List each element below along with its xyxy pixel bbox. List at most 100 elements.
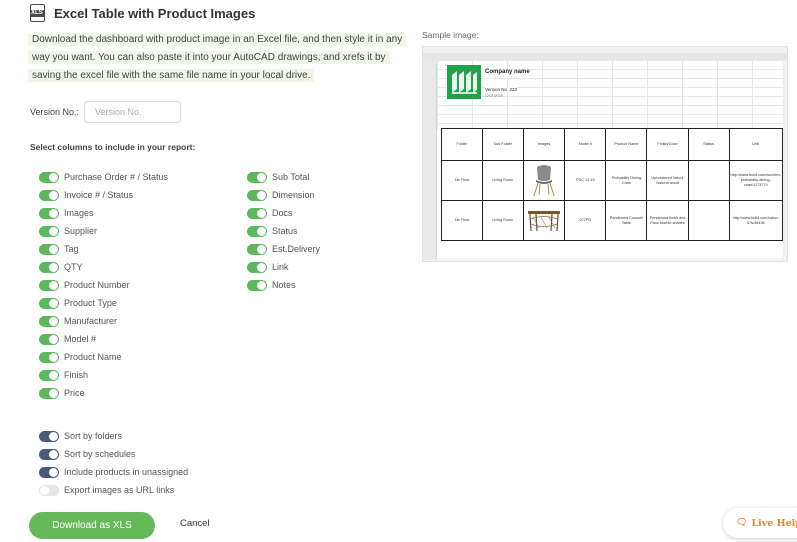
live-help-button[interactable]: 🗨 Live Help [723, 508, 797, 538]
toggle-label: Sort by folders [64, 431, 123, 441]
sample-image: Company name Version No. 223 12/21/2018 … [422, 46, 788, 262]
toggle-switch[interactable] [247, 171, 267, 183]
sample-image-cell [522, 200, 566, 241]
sample-image-label: Sample image: [422, 30, 479, 40]
chair-image [533, 164, 555, 196]
version-input[interactable] [84, 101, 181, 123]
toggle-row: Manufacturer [39, 312, 168, 330]
sample-cell: Living Room [481, 200, 524, 241]
toggle-switch[interactable] [39, 448, 59, 460]
toggle-row: Notes [247, 276, 320, 294]
toggle-switch[interactable] [39, 351, 59, 363]
toggle-label: Purchase Order # / Status [64, 172, 169, 182]
toggle-switch[interactable] [39, 297, 59, 309]
toggle-switch[interactable] [39, 466, 59, 478]
toggle-label: Docs [272, 208, 293, 218]
chat-bubble-icon: 🗨 [736, 518, 748, 528]
toggle-switch[interactable] [247, 243, 267, 255]
toggle-switch[interactable] [39, 315, 59, 327]
download-xls-button[interactable]: Download as XLS [29, 512, 155, 539]
sample-cell [687, 160, 730, 201]
sample-header-cell: Product Name [605, 128, 648, 161]
toggle-switch[interactable] [247, 189, 267, 201]
toggle-label: Est.Delivery [272, 244, 321, 254]
toggle-label: Dimension [272, 190, 315, 200]
toggle-switch[interactable] [247, 225, 267, 237]
sample-cell: 1st Floor [441, 160, 483, 201]
sample-version: Version No. 223 [485, 87, 518, 92]
toggle-switch[interactable] [39, 261, 59, 273]
toggle-row: Product Name [39, 348, 168, 366]
sample-table: Folder Sub Folder Images Model # Product… [441, 128, 783, 241]
toggle-switch[interactable] [39, 387, 59, 399]
toggle-switch[interactable] [39, 430, 59, 442]
sample-header-cell: Model # [564, 128, 607, 161]
toggle-row: Est.Delivery [247, 240, 320, 258]
toggle-label: Images [64, 208, 94, 218]
toggle-label: Export images as URL links [64, 485, 175, 495]
toggle-row: Supplier [39, 222, 168, 240]
toggle-label: Model # [64, 334, 97, 344]
toggle-label: Invoice # / Status [64, 190, 134, 200]
sample-header-cell: Sub Folder [481, 128, 524, 161]
toggle-switch[interactable] [39, 243, 59, 255]
toggle-row: Finish [39, 366, 168, 384]
toggle-switch[interactable] [247, 279, 267, 291]
sample-cell: http://www.build.com/wooden-probability-… [728, 160, 783, 201]
company-logo-icon [447, 65, 481, 99]
toggle-label: Link [272, 262, 289, 272]
sheet-column-header [423, 53, 787, 60]
sample-cell: http://www.build.com/catco-57tc35436 [728, 200, 783, 241]
sample-cell: PDC 12 15 [564, 160, 607, 201]
toggle-row: Sort by folders [39, 427, 188, 445]
sample-date: 12/21/2018 [485, 94, 503, 98]
toggle-row: Product Type [39, 294, 168, 312]
toggle-label: Price [64, 388, 85, 398]
toggle-label: Sort by schedules [64, 449, 136, 459]
header: XLS Excel Table with Product Images [30, 3, 255, 23]
toggle-row: Sort by schedules [39, 445, 188, 463]
toggle-switch[interactable] [39, 333, 59, 345]
toggle-label: QTY [64, 262, 83, 272]
toggle-label: Status [272, 226, 298, 236]
sample-cell: Ponderosa finish and Faux Marble shades [646, 200, 689, 241]
cancel-button[interactable]: Cancel [180, 518, 210, 529]
columns-left-list: Purchase Order # / Status Invoice # / Sta… [39, 168, 168, 402]
toggle-switch[interactable] [39, 171, 59, 183]
live-help-label: Live Help [751, 517, 797, 529]
sample-company-name: Company name [485, 69, 530, 75]
toggle-switch[interactable] [39, 369, 59, 381]
toggle-row: Tag [39, 240, 168, 258]
toggle-label: Finish [64, 370, 89, 380]
toggle-row: Dimension [247, 186, 320, 204]
version-row: Version No.: [30, 101, 181, 123]
version-label: Version No.: [30, 107, 80, 117]
toggle-switch[interactable] [39, 279, 59, 291]
xls-file-icon: XLS [30, 4, 45, 22]
sample-row: 1st Floor Living Room 077PD Ponderosa Co… [441, 200, 783, 241]
sample-header-cell: Finish/Color [646, 128, 689, 161]
toggle-label: Sub Total [272, 172, 310, 182]
toggle-row: Sub Total [247, 168, 320, 186]
options-list: Sort by folders Sort by schedules Include … [39, 427, 188, 499]
sample-image-cell [522, 160, 566, 201]
sample-header-cell: Images [522, 128, 566, 161]
toggle-switch[interactable] [39, 225, 59, 237]
columns-right-list: Sub Total Dimension Docs Status Est.Delivery… [247, 168, 320, 294]
console-table-image [528, 210, 561, 231]
toggle-row: Price [39, 384, 168, 402]
toggle-switch[interactable] [39, 207, 59, 219]
toggle-label: Tag [64, 244, 79, 254]
toggle-row: Purchase Order # / Status [39, 168, 168, 186]
sheet-row-numbers [423, 60, 437, 260]
toggle-row: Include products in unassigned [39, 463, 188, 481]
toggle-row: Status [247, 222, 320, 240]
toggle-switch[interactable] [39, 484, 59, 496]
toggle-switch[interactable] [247, 261, 267, 273]
toggle-switch[interactable] [247, 207, 267, 219]
toggle-switch[interactable] [39, 189, 59, 201]
toggle-row: Product Number [39, 276, 168, 294]
sample-cell: 1st Floor [441, 200, 483, 241]
toggle-label: Product Number [64, 280, 130, 290]
sample-header-cell: Link [728, 128, 783, 161]
